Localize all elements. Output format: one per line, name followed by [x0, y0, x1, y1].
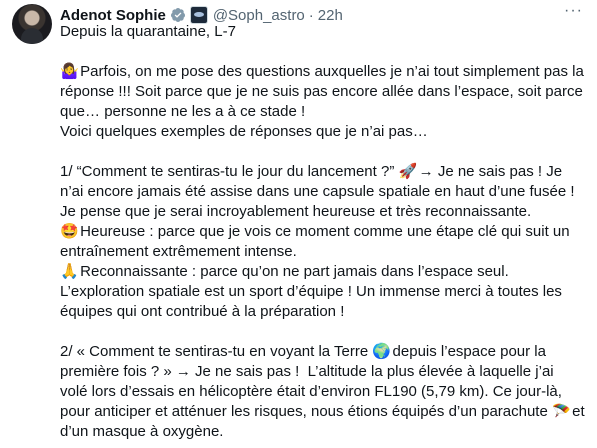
tweet-text: Depuis la quarantaine, L-7 🤷‍♀️ Parfois,…: [60, 22, 585, 442]
globe-icon: 🌍: [372, 343, 392, 360]
grateful-line: 🙏 Reconnaissante : parce qu’on ne part j…: [60, 262, 585, 322]
star-struck-icon: 🤩: [60, 223, 79, 240]
separator-dot: ·: [308, 6, 314, 24]
intro-line: Depuis la quarantaine, L-7: [60, 23, 236, 40]
woman-shrugging-icon: 🤷‍♀️: [60, 63, 79, 80]
avatar[interactable]: [12, 4, 52, 44]
question-2-text: 2/ « Comment te sentiras-tu en voyant la…: [60, 343, 373, 360]
paragraph-intro-text: Parfois, on me pose des questions auxque…: [60, 63, 584, 140]
more-options-icon[interactable]: ···: [564, 2, 583, 20]
verified-badge-icon: [170, 8, 185, 22]
author-handle[interactable]: @Soph_astro: [213, 7, 305, 24]
happy-line: 🤩 Heureuse : parce que je vois ce moment…: [60, 222, 585, 262]
folded-hands-icon: 🙏: [60, 263, 79, 280]
parachute-icon: 🪂: [551, 403, 571, 420]
paragraph-intro: 🤷‍♀️ Parfois, on me pose des questions a…: [60, 62, 585, 142]
rocket-icon: 🚀: [398, 163, 418, 180]
question-1: 1/ “Comment te sentiras-tu le jour du la…: [60, 162, 585, 222]
author-name[interactable]: Adenot Sophie: [60, 7, 166, 24]
happy-text: Heureuse : parce que je vois ce moment c…: [60, 223, 574, 260]
timestamp[interactable]: 22h: [318, 7, 343, 24]
question-1-text: 1/ “Comment te sentiras-tu le jour du la…: [60, 163, 399, 180]
question-2: 2/ « Comment te sentiras-tu en voyant la…: [60, 342, 585, 442]
grateful-text: Reconnaissante : parce qu’on ne part jam…: [60, 263, 567, 320]
